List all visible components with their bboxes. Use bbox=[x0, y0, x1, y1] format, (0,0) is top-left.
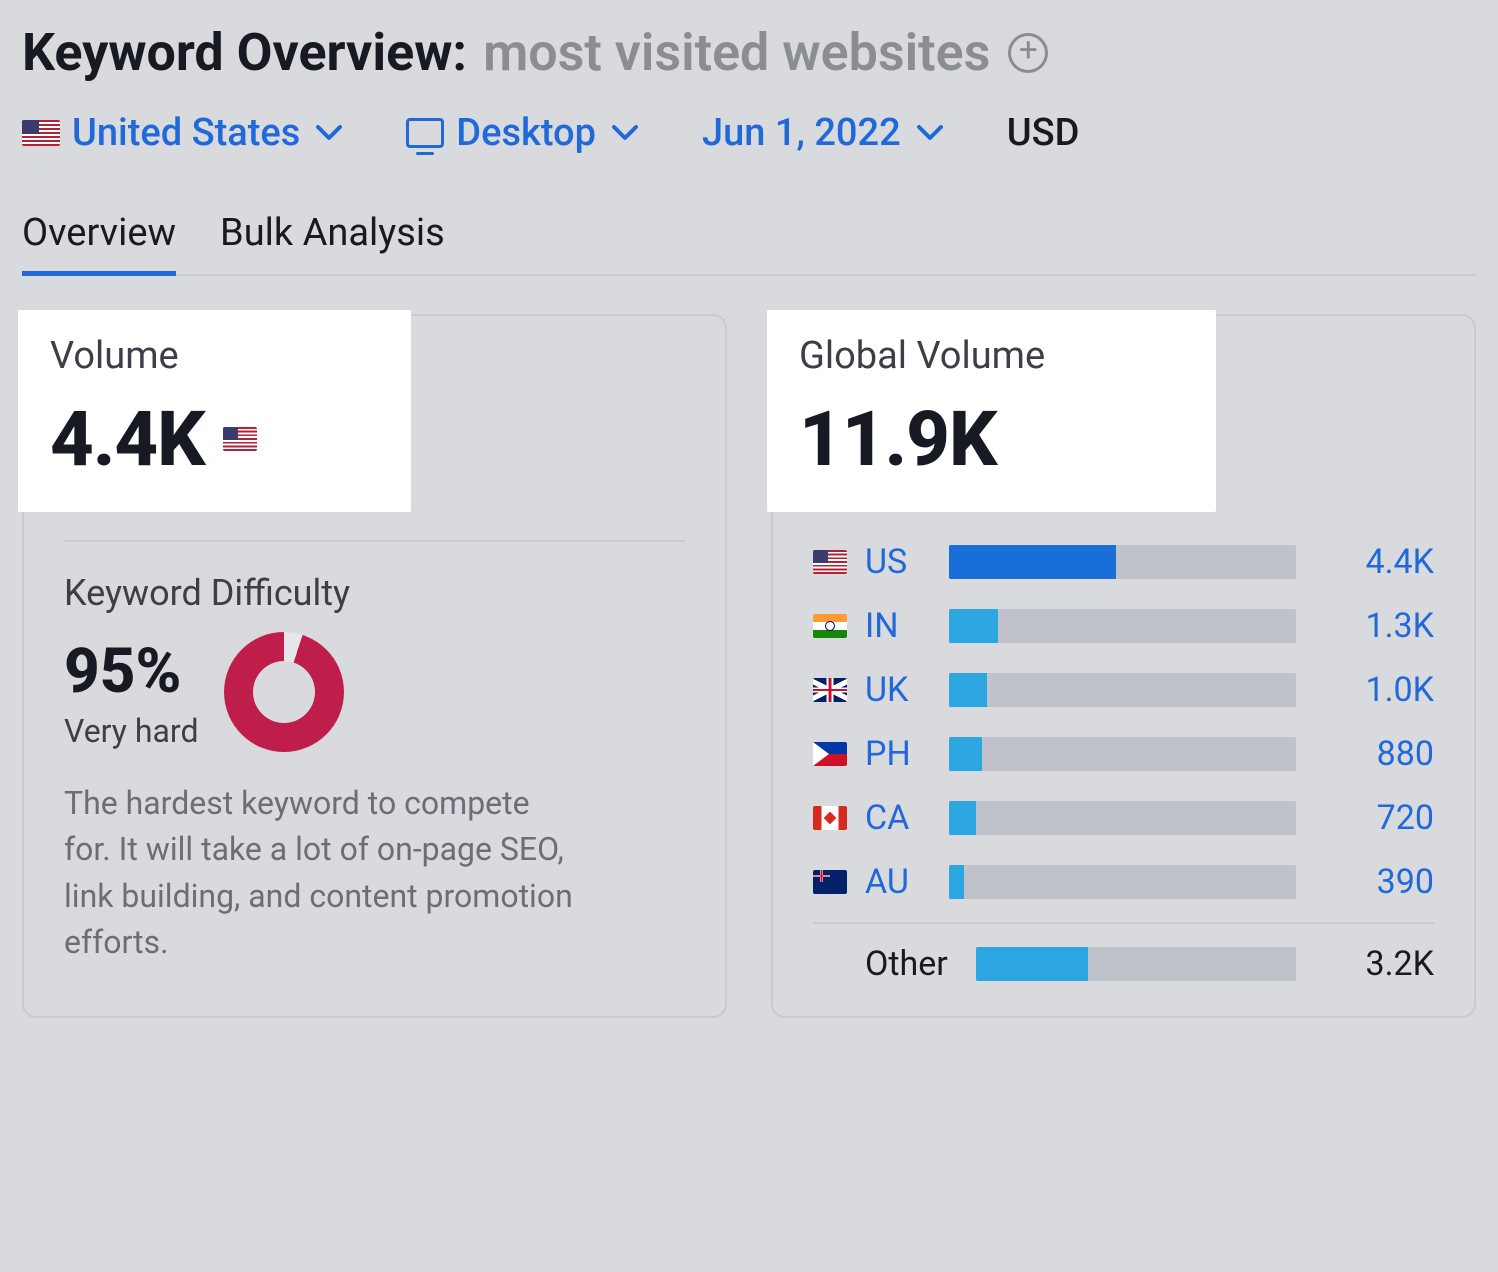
country-volume-value[interactable]: 720 bbox=[1344, 798, 1434, 838]
global-volume-card: Global Volume 11.9K US 4.4K IN 1.3K UK 1.0K PH… bbox=[771, 314, 1476, 1018]
country-filter-label: United States bbox=[72, 111, 300, 155]
difficulty-donut-chart bbox=[224, 632, 344, 752]
country-volume-row: IN 1.3K bbox=[813, 594, 1434, 658]
chevron-down-icon bbox=[917, 125, 943, 141]
volume-bar bbox=[949, 737, 1296, 771]
volume-value: 4.4K bbox=[50, 394, 205, 484]
volume-bar bbox=[949, 865, 1296, 899]
tab-bulk-analysis[interactable]: Bulk Analysis bbox=[220, 211, 445, 274]
page-title-row: Keyword Overview: most visited websites … bbox=[22, 22, 1476, 83]
volume-bar-fill bbox=[949, 801, 976, 835]
country-volume-row: CA 720 bbox=[813, 786, 1434, 850]
country-code-link[interactable]: AU bbox=[865, 862, 931, 902]
global-volume-country-list: US 4.4K IN 1.3K UK 1.0K PH 880 CA 720 AU 390 Other 3.… bbox=[773, 530, 1474, 1016]
date-filter[interactable]: Jun 1, 2022 bbox=[702, 111, 943, 155]
in-flag-icon bbox=[813, 614, 847, 638]
country-volume-row-other: Other 3.2K bbox=[813, 932, 1434, 996]
other-volume-value: 3.2K bbox=[1344, 944, 1434, 984]
keyword-difficulty-value: 95% bbox=[64, 635, 198, 708]
other-label: Other bbox=[865, 944, 948, 984]
volume-bar-fill bbox=[976, 947, 1088, 981]
volume-bar bbox=[949, 545, 1296, 579]
add-keyword-button[interactable]: + bbox=[1008, 33, 1048, 73]
volume-bar-fill bbox=[949, 673, 987, 707]
country-volume-value[interactable]: 4.4K bbox=[1344, 542, 1434, 582]
volume-bar-fill bbox=[949, 865, 964, 899]
ph-flag-icon bbox=[813, 742, 847, 766]
country-volume-row: AU 390 bbox=[813, 850, 1434, 914]
volume-bar-fill bbox=[949, 609, 998, 643]
desktop-icon bbox=[406, 118, 444, 148]
country-code-link[interactable]: PH bbox=[865, 734, 931, 774]
divider bbox=[64, 540, 685, 542]
device-filter[interactable]: Desktop bbox=[406, 111, 638, 155]
country-volume-value[interactable]: 390 bbox=[1344, 862, 1434, 902]
us-flag-icon bbox=[223, 427, 257, 451]
country-volume-row: PH 880 bbox=[813, 722, 1434, 786]
country-code-link[interactable]: IN bbox=[865, 606, 931, 646]
volume-bar-fill bbox=[949, 737, 982, 771]
global-volume-label: Global Volume bbox=[799, 334, 1184, 378]
country-code-link[interactable]: US bbox=[865, 542, 931, 582]
volume-bar bbox=[976, 947, 1296, 981]
volume-bar bbox=[949, 801, 1296, 835]
global-volume-value: 11.9K bbox=[799, 394, 1184, 484]
country-code-link[interactable]: CA bbox=[865, 798, 931, 838]
country-code-link[interactable]: UK bbox=[865, 670, 931, 710]
volume-bar bbox=[949, 673, 1296, 707]
chevron-down-icon bbox=[612, 125, 638, 141]
volume-highlight: Volume 4.4K bbox=[18, 310, 411, 512]
volume-bar bbox=[949, 609, 1296, 643]
divider bbox=[813, 922, 1434, 924]
country-volume-value[interactable]: 1.3K bbox=[1344, 606, 1434, 646]
country-volume-value[interactable]: 880 bbox=[1344, 734, 1434, 774]
keyword-difficulty-description: The hardest keyword to compete for. It w… bbox=[64, 780, 584, 966]
date-filter-label: Jun 1, 2022 bbox=[702, 111, 901, 155]
us-flag-icon bbox=[813, 550, 847, 574]
global-volume-highlight: Global Volume 11.9K bbox=[767, 310, 1216, 512]
chevron-down-icon bbox=[316, 125, 342, 141]
au-flag-icon bbox=[813, 870, 847, 894]
country-volume-row: UK 1.0K bbox=[813, 658, 1434, 722]
tab-overview[interactable]: Overview bbox=[22, 211, 176, 276]
device-filter-label: Desktop bbox=[456, 111, 596, 155]
us-flag-icon bbox=[22, 120, 60, 146]
page-title-label: Keyword Overview: bbox=[22, 22, 467, 83]
currency-label: USD bbox=[1007, 111, 1080, 155]
ca-flag-icon bbox=[813, 806, 847, 830]
country-volume-value[interactable]: 1.0K bbox=[1344, 670, 1434, 710]
keyword-difficulty-note: Very hard bbox=[64, 712, 198, 750]
volume-bar-fill bbox=[949, 545, 1116, 579]
country-volume-row: US 4.4K bbox=[813, 530, 1434, 594]
volume-label: Volume bbox=[50, 334, 379, 378]
page-title-keyword: most visited websites bbox=[483, 22, 990, 83]
volume-card: Volume 4.4K Keyword Difficulty 95% Very … bbox=[22, 314, 727, 1018]
uk-flag-icon bbox=[813, 678, 847, 702]
tabs: Overview Bulk Analysis bbox=[22, 211, 1476, 276]
keyword-difficulty-label: Keyword Difficulty bbox=[64, 572, 685, 614]
filters-row: United States Desktop Jun 1, 2022 USD bbox=[22, 111, 1476, 155]
country-filter[interactable]: United States bbox=[22, 111, 342, 155]
